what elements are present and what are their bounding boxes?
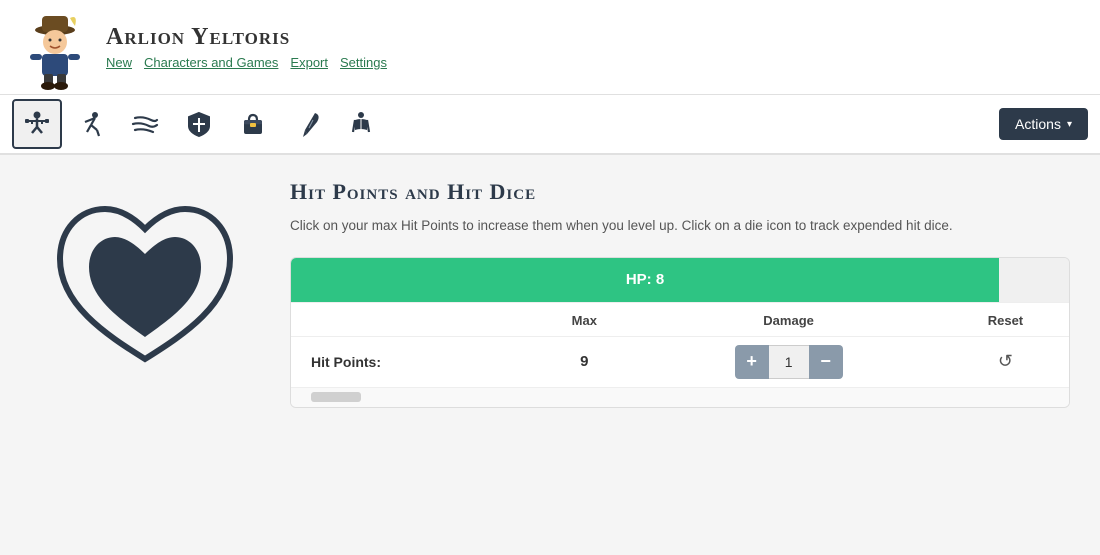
minus-icon: − bbox=[820, 351, 831, 372]
section-title: Hit Points and Hit Dice bbox=[290, 179, 1070, 205]
hp-bar-label: HP: 8 bbox=[626, 271, 664, 288]
site-title: Arlion Yeltoris bbox=[106, 24, 387, 51]
toolbar-btn-magic[interactable] bbox=[120, 99, 170, 149]
table-header-row: Max Damage Reset bbox=[291, 302, 1069, 336]
actions-label: Actions bbox=[1015, 116, 1061, 132]
damage-plus-button[interactable]: + bbox=[735, 345, 769, 379]
toolbar-btn-reading[interactable] bbox=[336, 99, 386, 149]
actions-button[interactable]: Actions ▾ bbox=[999, 108, 1088, 140]
toolbar-btn-shield[interactable] bbox=[174, 99, 224, 149]
plus-icon: + bbox=[746, 351, 757, 372]
col-header-label bbox=[291, 302, 533, 336]
hp-bar-row: HP: 8 bbox=[291, 258, 1069, 302]
row-max-value[interactable]: 9 bbox=[533, 336, 635, 387]
row-reset-cell: ↺ bbox=[942, 336, 1069, 387]
section-description: Click on your max Hit Points to increase… bbox=[290, 215, 1040, 237]
col-header-reset: Reset bbox=[942, 302, 1069, 336]
damage-minus-button[interactable]: − bbox=[809, 345, 843, 379]
heart-illustration bbox=[45, 189, 245, 389]
nav-links: New Characters and Games Export Settings bbox=[106, 55, 387, 70]
header-text: Arlion Yeltoris New Characters and Games… bbox=[106, 24, 387, 70]
nav-new[interactable]: New bbox=[106, 55, 132, 70]
header: Arlion Yeltoris New Characters and Games… bbox=[0, 0, 1100, 95]
nav-characters[interactable]: Characters and Games bbox=[144, 55, 278, 70]
toolbar: Actions ▾ bbox=[0, 95, 1100, 155]
actions-caret: ▾ bbox=[1067, 119, 1072, 130]
col-header-damage: Damage bbox=[635, 302, 942, 336]
table-row: Hit Points: 9 + 1 − bbox=[291, 336, 1069, 387]
heart-section bbox=[30, 179, 260, 531]
bottom-row-bar bbox=[311, 392, 361, 402]
avatar bbox=[20, 12, 90, 82]
toolbar-btn-bag[interactable] bbox=[228, 99, 278, 149]
reset-icon: ↺ bbox=[998, 351, 1013, 371]
bottom-row-hint bbox=[291, 387, 1069, 407]
toolbar-btn-quill[interactable] bbox=[282, 99, 332, 149]
hp-bar-fill[interactable]: HP: 8 bbox=[291, 258, 999, 302]
toolbar-btn-exercises[interactable] bbox=[12, 99, 62, 149]
nav-settings[interactable]: Settings bbox=[340, 55, 387, 70]
content-section: Hit Points and Hit Dice Click on your ma… bbox=[290, 179, 1070, 531]
main-content: Hit Points and Hit Dice Click on your ma… bbox=[0, 155, 1100, 555]
col-header-max: Max bbox=[533, 302, 635, 336]
nav-export[interactable]: Export bbox=[290, 55, 328, 70]
reset-button[interactable]: ↺ bbox=[990, 347, 1021, 376]
row-label: Hit Points: bbox=[291, 336, 533, 387]
toolbar-btn-combat[interactable] bbox=[66, 99, 116, 149]
hp-bar-empty bbox=[999, 258, 1069, 302]
hp-table: Max Damage Reset Hit Points: 9 bbox=[291, 302, 1069, 387]
hp-card: HP: 8 Max Damage Reset Hit Points: bbox=[290, 257, 1070, 408]
toolbar-icons bbox=[12, 99, 999, 149]
damage-value: 1 bbox=[769, 345, 809, 379]
row-damage-controls: + 1 − bbox=[635, 336, 942, 387]
